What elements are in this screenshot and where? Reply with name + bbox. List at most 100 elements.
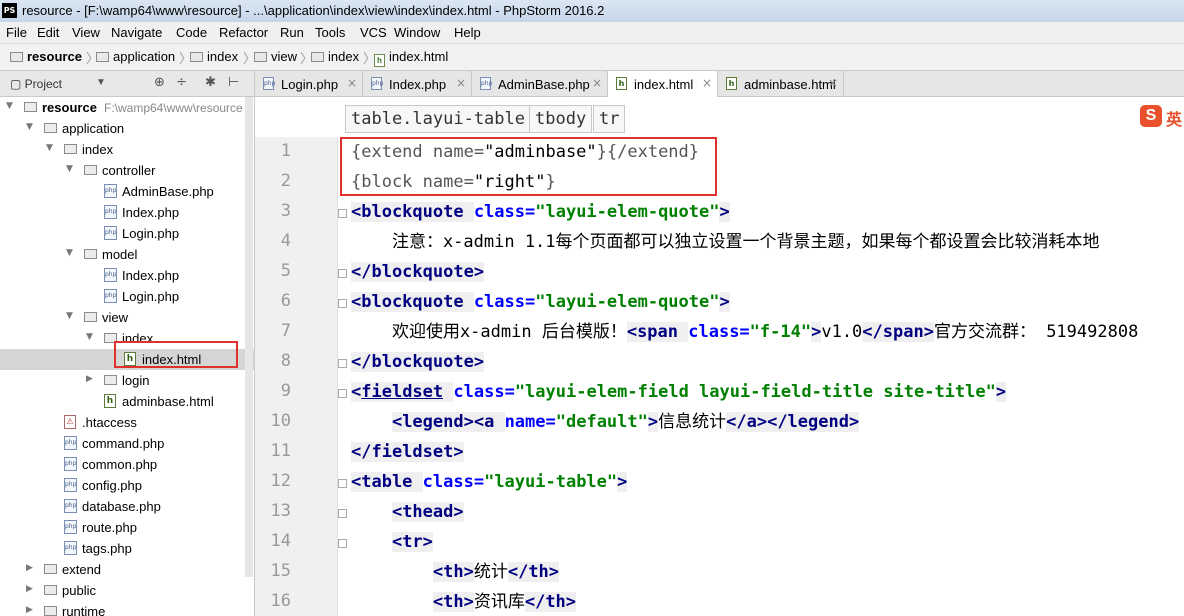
fold-marker-icon[interactable] <box>338 299 347 308</box>
tree-item[interactable]: php common.php <box>0 454 254 475</box>
expand-arrow-icon[interactable]: ▼ <box>66 311 73 321</box>
breadcrumb-view[interactable]: view <box>254 49 297 65</box>
fold-marker-icon[interactable] <box>338 389 347 398</box>
collapse-arrow-icon[interactable]: ▶ <box>26 563 33 573</box>
expand-arrow-icon[interactable]: ▼ <box>66 248 73 258</box>
code-line[interactable]: 欢迎使用x-admin 后台模版！<span class="f-14">v1.0… <box>351 317 1138 347</box>
tree-item[interactable]: php Index.php <box>0 265 254 286</box>
editor-tab[interactable]: h index.html × <box>608 71 718 97</box>
code-line[interactable]: <blockquote class="layui-elem-quote"> <box>351 197 730 227</box>
code-line[interactable]: <tr> <box>351 527 433 557</box>
expand-arrow-icon[interactable]: ▼ <box>26 122 33 132</box>
fold-marker-icon[interactable] <box>338 509 347 518</box>
menu-window[interactable]: Window <box>394 25 440 40</box>
expand-arrow-icon[interactable]: ▼ <box>46 143 53 153</box>
menu-help[interactable]: Help <box>454 25 481 40</box>
code-editor[interactable]: table.layui-table tbody tr S 英 123456789… <box>255 97 1184 616</box>
code-line[interactable]: <thead> <box>351 497 464 527</box>
close-icon[interactable]: × <box>702 76 712 90</box>
hide-panel-icon[interactable]: ⊢ <box>228 75 239 90</box>
tree-item[interactable]: ▼ index <box>0 328 254 349</box>
tree-item[interactable]: ▼ index <box>0 139 254 160</box>
fold-marker-icon[interactable] <box>338 269 347 278</box>
menu-navigate[interactable]: Navigate <box>111 25 162 40</box>
code-line[interactable]: <legend><a name="default">信息统计</a></lege… <box>351 407 860 437</box>
tree-item[interactable]: php Login.php <box>0 286 254 307</box>
breadcrumb-resource[interactable]: resource <box>10 49 82 65</box>
code-line[interactable]: <fieldset class="layui-elem-field layui-… <box>351 377 1007 407</box>
tree-item[interactable]: php command.php <box>0 433 254 454</box>
code-line[interactable]: <blockquote class="layui-elem-quote"> <box>351 287 730 317</box>
editor-breadcrumb-tbody[interactable]: tbody <box>529 105 593 133</box>
close-icon[interactable]: × <box>592 76 602 90</box>
code-area[interactable]: {extend name="adminbase"}{/extend} {block… <box>351 137 1184 616</box>
expand-arrow-icon[interactable]: ▼ <box>66 164 73 174</box>
editor-tab[interactable]: h adminbase.html × <box>718 71 844 96</box>
menu-vcs[interactable]: VCS <box>360 25 387 40</box>
tree-item[interactable]: ▼ model <box>0 244 254 265</box>
code-line[interactable]: <th>统计</th> <box>351 557 560 587</box>
tree-item[interactable]: ▼ controller <box>0 160 254 181</box>
editor-tab[interactable]: php Index.php × <box>363 71 472 96</box>
tree-item[interactable]: php Login.php <box>0 223 254 244</box>
code-line[interactable]: <table class="layui-table"> <box>351 467 628 497</box>
breadcrumb-index-2[interactable]: index <box>311 49 359 65</box>
code-line[interactable]: </blockquote> <box>351 257 485 287</box>
menu-file[interactable]: File <box>6 25 27 40</box>
menu-run[interactable]: Run <box>280 25 304 40</box>
collapse-arrow-icon[interactable]: ▶ <box>86 374 93 384</box>
code-line[interactable]: </fieldset> <box>351 437 464 467</box>
breadcrumb-application[interactable]: application <box>96 49 175 65</box>
breadcrumb-index-html[interactable]: h index.html <box>374 49 448 67</box>
close-icon[interactable]: × <box>347 76 357 90</box>
menu-refactor[interactable]: Refactor <box>219 25 268 40</box>
code-line[interactable]: 注意：x-admin 1.1每个页面都可以独立设置一个背景主题，如果每个都设置会… <box>351 227 1100 257</box>
tree-item[interactable]: ▼ resource F:\wamp64\www\resource <box>0 97 254 118</box>
breadcrumb-index[interactable]: index <box>190 49 238 65</box>
menu-tools[interactable]: Tools <box>315 25 345 40</box>
tree-item[interactable]: ▶ runtime <box>0 601 254 616</box>
close-icon[interactable]: × <box>828 76 838 90</box>
fold-marker-icon[interactable] <box>338 539 347 548</box>
tree-scrollbar[interactable] <box>245 97 253 577</box>
tree-item[interactable]: php route.php <box>0 517 254 538</box>
code-line[interactable]: {extend name="adminbase"}{/extend} <box>351 137 699 167</box>
menu-view[interactable]: View <box>72 25 100 40</box>
project-view-selector[interactable]: ▢ Project <box>10 77 62 91</box>
collapse-arrow-icon[interactable]: ▶ <box>26 584 33 594</box>
close-icon[interactable]: × <box>456 76 466 90</box>
tree-item[interactable]: h adminbase.html <box>0 391 254 412</box>
chevron-down-icon[interactable]: ▼ <box>96 77 106 88</box>
fold-marker-icon[interactable] <box>338 479 347 488</box>
code-line[interactable]: </blockquote> <box>351 347 485 377</box>
tree-item[interactable]: php database.php <box>0 496 254 517</box>
tree-item[interactable]: ⚠ .htaccess <box>0 412 254 433</box>
tree-item[interactable]: php AdminBase.php <box>0 181 254 202</box>
tree-item[interactable]: h index.html <box>0 349 254 370</box>
editor-tab[interactable]: php Login.php × <box>255 71 363 96</box>
editor-breadcrumb-tr[interactable]: tr <box>593 105 626 133</box>
tree-item[interactable]: ▼ view <box>0 307 254 328</box>
expand-arrow-icon[interactable]: ▼ <box>6 101 13 111</box>
fold-marker-icon[interactable] <box>338 359 347 368</box>
tree-item[interactable]: php config.php <box>0 475 254 496</box>
fold-marker-icon[interactable] <box>338 209 347 218</box>
menu-code[interactable]: Code <box>176 25 207 40</box>
scroll-from-source-icon[interactable]: ⊕ <box>154 75 165 90</box>
collapse-arrow-icon[interactable]: ▶ <box>26 605 33 615</box>
sogou-ime-indicator[interactable]: S 英 <box>1136 103 1184 131</box>
tree-item[interactable]: ▼ application <box>0 118 254 139</box>
tree-item[interactable]: ▶ extend <box>0 559 254 580</box>
tree-item[interactable]: ▶ public <box>0 580 254 601</box>
tree-item[interactable]: ▶ login <box>0 370 254 391</box>
tree-item[interactable]: php tags.php <box>0 538 254 559</box>
editor-breadcrumb-table[interactable]: table.layui-table <box>345 105 531 133</box>
menu-edit[interactable]: Edit <box>37 25 59 40</box>
code-line[interactable]: {block name="right"} <box>351 167 556 197</box>
expand-arrow-icon[interactable]: ▼ <box>86 332 93 342</box>
tree-item[interactable]: php Index.php <box>0 202 254 223</box>
gear-icon[interactable]: ✱ <box>205 75 216 90</box>
code-line[interactable]: <th>资讯库</th> <box>351 587 577 616</box>
collapse-all-icon[interactable]: ÷ <box>176 75 187 90</box>
editor-tab[interactable]: php AdminBase.php × <box>472 71 608 96</box>
